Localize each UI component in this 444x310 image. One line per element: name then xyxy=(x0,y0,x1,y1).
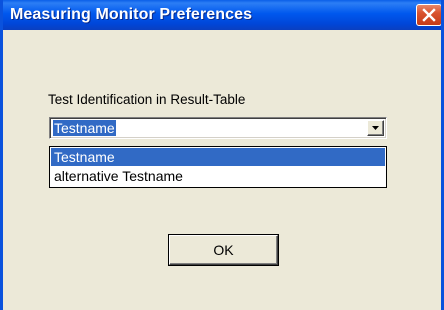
combo-dropdown-button[interactable] xyxy=(367,120,384,136)
option-testname[interactable]: Testname xyxy=(51,148,385,166)
close-x-icon xyxy=(422,8,436,22)
title-bar[interactable]: Measuring Monitor Preferences xyxy=(3,0,441,30)
preferences-dialog: Measuring Monitor Preferences Test Ident… xyxy=(0,0,444,310)
test-identification-combobox[interactable]: Testname xyxy=(49,117,387,139)
combo-selected-value: Testname xyxy=(53,120,116,136)
option-alternative-testname[interactable]: alternative Testname xyxy=(51,167,385,185)
close-button[interactable] xyxy=(416,4,441,26)
test-identification-label: Test Identification in Result-Table xyxy=(48,92,246,107)
window-title: Measuring Monitor Preferences xyxy=(10,6,253,23)
dropdown-arrow-icon xyxy=(372,126,379,130)
ok-button[interactable]: OK xyxy=(169,235,278,265)
combo-dropdown-list: Testname alternative Testname xyxy=(49,146,387,188)
